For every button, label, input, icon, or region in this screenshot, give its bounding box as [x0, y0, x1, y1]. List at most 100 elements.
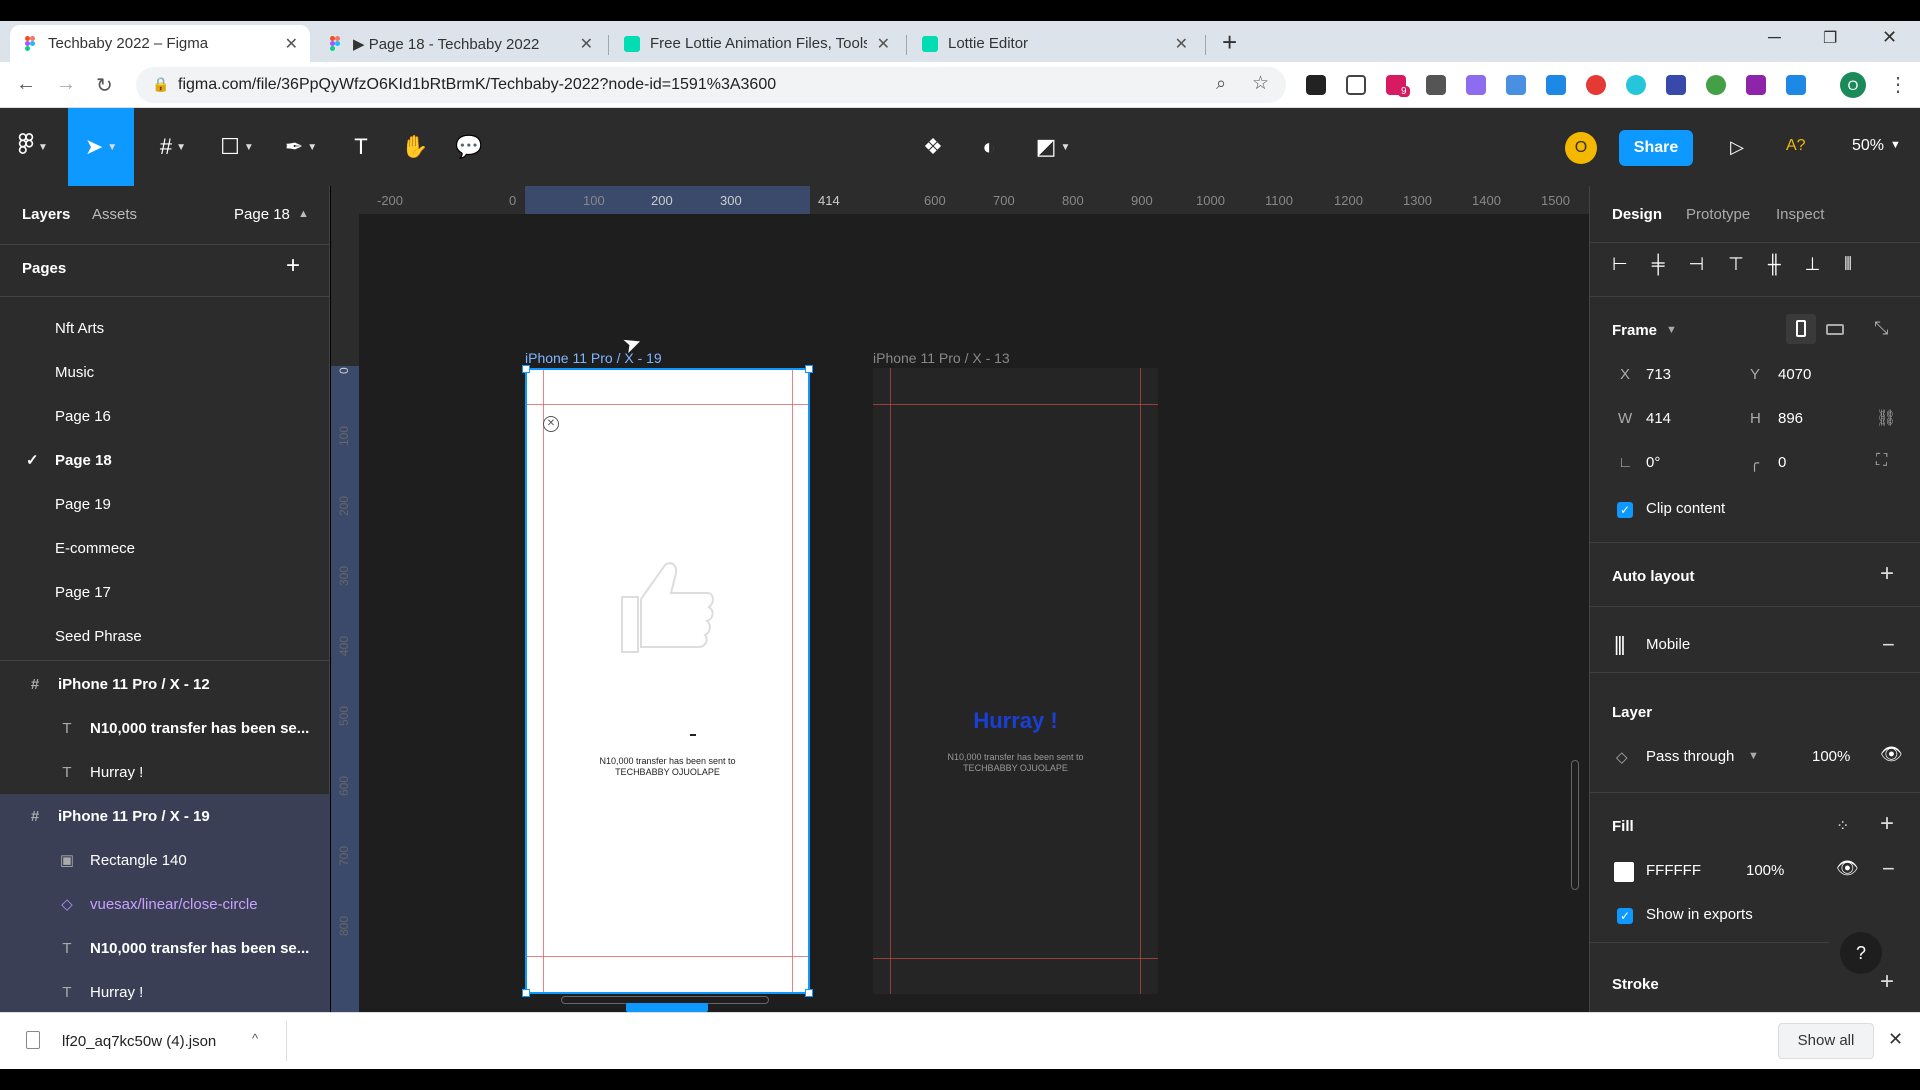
extension-icon[interactable]: [1666, 75, 1686, 95]
resize-handle[interactable]: [522, 989, 530, 997]
page-selector[interactable]: Page 18: [234, 206, 290, 223]
layer-row-frame-selected[interactable]: # iPhone 11 Pro / X - 19: [0, 794, 330, 838]
fill-swatch[interactable]: [1614, 862, 1634, 882]
page-item[interactable]: E-commece: [0, 526, 330, 570]
forward-icon[interactable]: →: [56, 73, 76, 96]
resize-handle[interactable]: [805, 989, 813, 997]
resize-to-fit-icon[interactable]: ⤡: [1874, 318, 1888, 339]
frame-iphone-19[interactable]: ✕ N10,000 transfer has been sent to TECH…: [522, 365, 813, 997]
grammarly-icon[interactable]: [1706, 75, 1726, 95]
tab-design[interactable]: Design: [1612, 206, 1662, 223]
page-item[interactable]: Seed Phrase: [0, 614, 330, 658]
new-tab-button[interactable]: +: [1222, 27, 1237, 58]
hand-tool[interactable]: ✋: [400, 108, 430, 186]
independent-corners-icon[interactable]: ⛶: [1876, 452, 1887, 470]
rotation-input[interactable]: 0°: [1646, 454, 1660, 471]
frame-iphone-13[interactable]: Hurray ! N10,000 transfer has been sent …: [873, 368, 1158, 994]
zoom-dropdown[interactable]: 50%: [1852, 137, 1884, 155]
clip-content-checkbox[interactable]: ✓: [1617, 502, 1633, 518]
resize-handle[interactable]: [805, 365, 813, 373]
comment-tool[interactable]: 💬: [454, 108, 484, 186]
x-input[interactable]: 713: [1646, 366, 1671, 383]
tab-lottie-editor[interactable]: Lottie Editor ✕: [910, 25, 1200, 62]
tab-layers[interactable]: Layers: [22, 206, 70, 223]
add-stroke-icon[interactable]: +: [1880, 968, 1894, 996]
main-menu-button[interactable]: ▼: [10, 108, 56, 186]
align-center-h-icon[interactable]: ╪: [1652, 254, 1665, 275]
layer-row-image[interactable]: ▣ Rectangle 140: [0, 838, 330, 882]
mask-button[interactable]: ◐: [974, 108, 1004, 186]
add-page-icon[interactable]: +: [286, 252, 300, 280]
page-item[interactable]: Page 16: [0, 394, 330, 438]
frame-tool[interactable]: # ▼: [148, 108, 198, 186]
menu-dots-icon[interactable]: ⋮: [1888, 72, 1908, 97]
extension-icon[interactable]: [1466, 75, 1486, 95]
bookmark-star-icon[interactable]: ☆: [1252, 72, 1269, 95]
show-in-exports-checkbox[interactable]: ✓: [1617, 908, 1633, 924]
url-text[interactable]: figma.com/file/36PpQyWfzO6KId1bRtBrmK/Te…: [178, 76, 776, 94]
fill-opacity-input[interactable]: 100%: [1746, 862, 1784, 879]
text-tool[interactable]: T: [346, 108, 376, 186]
tab-assets[interactable]: Assets: [92, 206, 137, 223]
page-item-current[interactable]: ✓ Page 18: [0, 438, 330, 482]
extension-icon[interactable]: [1746, 75, 1766, 95]
page-item[interactable]: Page 17: [0, 570, 330, 614]
share-button[interactable]: Share: [1619, 130, 1693, 166]
y-input[interactable]: 4070: [1778, 366, 1811, 383]
tab-prototype[interactable]: Prototype: [1686, 206, 1750, 223]
components-button[interactable]: ❖: [918, 108, 948, 186]
vertical-scrollbar[interactable]: [1571, 760, 1579, 890]
close-circle-icon[interactable]: ✕: [543, 416, 559, 432]
page-item[interactable]: Music: [0, 350, 330, 394]
canvas[interactable]: -200 0 100 200 300 414 600 700 800 900 1…: [331, 186, 1589, 1012]
portrait-orientation-button[interactable]: [1786, 314, 1816, 344]
styles-icon[interactable]: ⁘: [1836, 816, 1849, 836]
columns-grid-icon[interactable]: |||: [1614, 634, 1626, 657]
close-tab-icon[interactable]: ✕: [877, 34, 890, 54]
remove-fill-icon[interactable]: −: [1882, 856, 1895, 882]
blend-mode-select[interactable]: Pass through: [1646, 748, 1734, 765]
font-warning-button[interactable]: A?: [1786, 137, 1806, 155]
reload-icon[interactable]: ↻: [96, 73, 113, 98]
back-icon[interactable]: ←: [16, 73, 36, 96]
resize-handle[interactable]: [522, 365, 530, 373]
show-all-button[interactable]: Show all: [1778, 1023, 1874, 1059]
distribute-icon[interactable]: ⫴: [1844, 254, 1852, 275]
layer-row-text[interactable]: T N10,000 transfer has been se...: [0, 926, 330, 970]
user-avatar[interactable]: O: [1565, 132, 1597, 164]
extension-icon[interactable]: [1786, 75, 1806, 95]
add-fill-icon[interactable]: +: [1880, 810, 1894, 838]
minimize-icon[interactable]: ─: [1768, 27, 1781, 48]
frame-section-label[interactable]: Frame: [1612, 322, 1657, 339]
eye-icon[interactable]: 👁: [1880, 744, 1903, 765]
layer-row-text[interactable]: T N10,000 transfer has been se...: [0, 706, 330, 750]
close-tab-icon[interactable]: ✕: [580, 34, 593, 54]
shield-icon[interactable]: [1306, 75, 1326, 95]
w-input[interactable]: 414: [1646, 410, 1671, 427]
eyedropper-icon[interactable]: [1426, 75, 1446, 95]
help-button[interactable]: ?: [1840, 932, 1882, 974]
layer-row-text[interactable]: T Hurray !: [0, 970, 330, 1014]
layer-opacity-input[interactable]: 100%: [1812, 748, 1850, 765]
radius-input[interactable]: 0: [1778, 454, 1786, 471]
align-left-icon[interactable]: ⊢: [1612, 254, 1628, 275]
landscape-icon[interactable]: [1826, 324, 1844, 335]
align-bottom-icon[interactable]: ⊥: [1805, 254, 1821, 275]
layer-row-text[interactable]: T Hurray !: [0, 750, 330, 794]
remove-grid-icon[interactable]: −: [1882, 632, 1895, 658]
close-tab-icon[interactable]: ✕: [1175, 34, 1188, 54]
align-middle-v-icon[interactable]: ╫: [1768, 254, 1781, 275]
tab-figma[interactable]: Techbaby 2022 – Figma ✕: [10, 25, 310, 62]
present-button[interactable]: ▷: [1722, 108, 1752, 186]
close-window-icon[interactable]: ✕: [1882, 27, 1897, 48]
layout-grid-name[interactable]: Mobile: [1646, 636, 1690, 653]
fill-hex-input[interactable]: FFFFFF: [1646, 862, 1701, 879]
close-tab-icon[interactable]: ✕: [285, 34, 298, 54]
screen-capture-icon[interactable]: [1346, 75, 1366, 95]
zoom-icon[interactable]: ⌕: [1216, 73, 1226, 94]
page-item[interactable]: Page 19: [0, 482, 330, 526]
add-auto-layout-icon[interactable]: +: [1880, 560, 1894, 588]
layer-row-component[interactable]: ◇ vuesax/linear/close-circle: [0, 882, 330, 926]
block-icon[interactable]: [1586, 75, 1606, 95]
boolean-button[interactable]: ◩ ▼: [1030, 108, 1076, 186]
